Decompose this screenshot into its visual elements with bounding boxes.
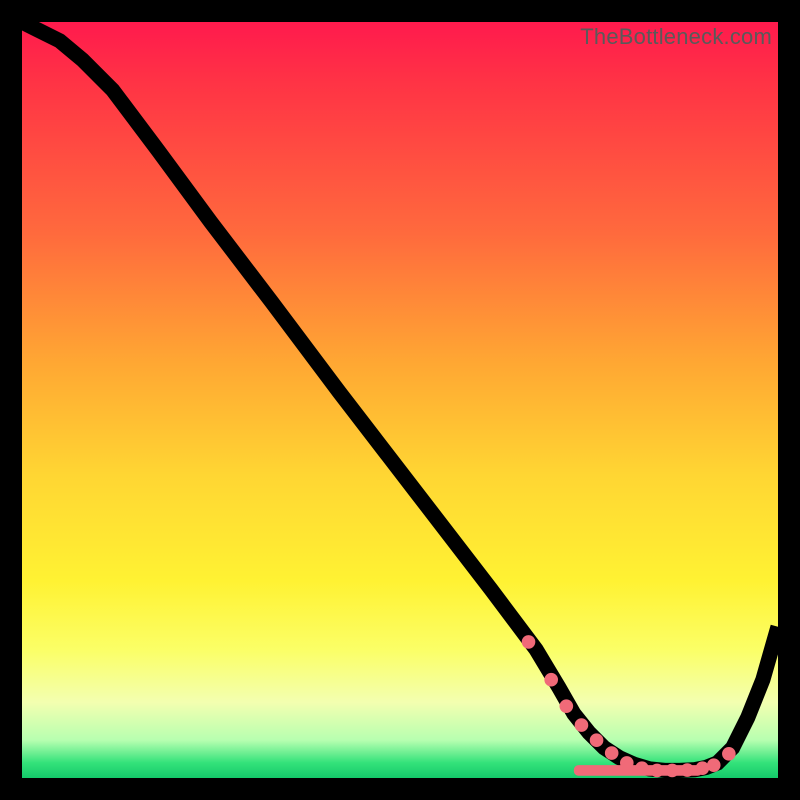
marker-dot [635,761,649,775]
plot-area: TheBottleneck.com [22,22,778,778]
marker-dot [522,635,536,649]
bottleneck-curve [22,22,778,770]
marker-dot [665,764,679,778]
marker-dot [707,758,721,772]
marker-dot [680,763,694,777]
marker-dot [575,718,589,732]
marker-dot [722,747,736,761]
marker-dot [560,699,574,713]
marker-dot [590,733,604,747]
marker-dot [605,746,619,760]
marker-dot [620,756,634,770]
marker-dot [650,764,664,778]
chart-frame: TheBottleneck.com [0,0,800,800]
marker-dot [544,673,558,687]
curve-svg [22,22,778,778]
